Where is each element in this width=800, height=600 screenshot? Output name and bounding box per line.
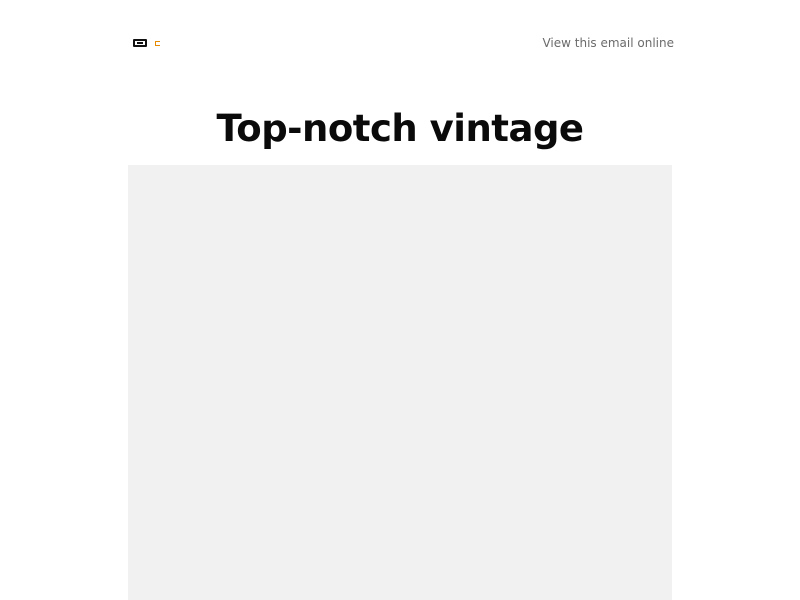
brand-accent-icon [155, 40, 160, 46]
brand-logo[interactable] [133, 38, 160, 48]
hero-image-placeholder[interactable] [128, 165, 672, 600]
email-page: View this email online Top-notch vintage [0, 0, 800, 600]
email-header: View this email online [128, 30, 674, 56]
page-title: Top-notch vintage [216, 107, 584, 150]
brand-logo-icon [133, 39, 147, 47]
view-online-link[interactable]: View this email online [542, 36, 674, 50]
